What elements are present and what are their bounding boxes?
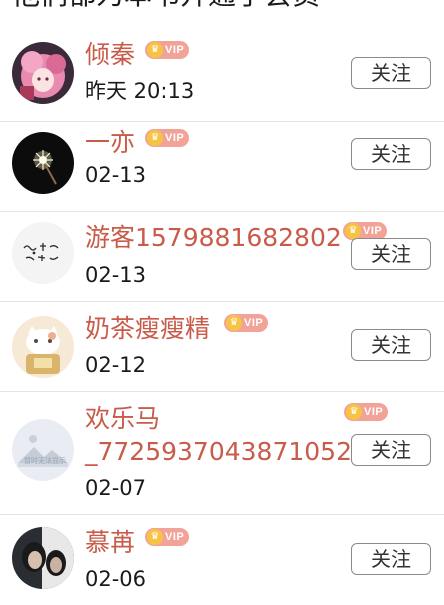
crown-icon: ♛ xyxy=(345,223,361,239)
header: 他们都为本书开通了会员 xyxy=(0,0,444,30)
handwriting-avatar[interactable] xyxy=(12,222,74,284)
vip-badge: ♛ VIP xyxy=(145,41,190,59)
crown-icon: ♛ xyxy=(147,529,163,545)
member-date: 昨天 20:13 xyxy=(85,79,195,103)
member-date: 02-06 xyxy=(85,567,147,591)
member-name[interactable]: 奶茶瘦瘦精 xyxy=(85,314,210,344)
follow-button[interactable]: 关注 xyxy=(351,57,431,89)
list-item[interactable]: 倾秦 ♛ VIP 昨天 20:13 关注 xyxy=(0,30,444,122)
member-date: 02-12 xyxy=(85,353,147,377)
sparkler-avatar[interactable] xyxy=(12,132,74,194)
follow-button[interactable]: 关注 xyxy=(351,138,431,170)
member-name[interactable]: 游客1579881682802 xyxy=(85,223,342,253)
follow-button[interactable]: 关注 xyxy=(351,543,431,575)
member-list: 倾秦 ♛ VIP 昨天 20:13 关注 一亦 ♛ VIP 02-13 关注 游… xyxy=(0,30,444,605)
avatar-caption: 暂时无法显示 xyxy=(24,457,66,465)
list-item[interactable]: 游客1579881682802 ♛ VIP 02-13 关注 xyxy=(0,212,444,302)
list-item[interactable]: 奶茶瘦瘦精 ♛ VIP 02-12 关注 xyxy=(0,302,444,392)
vip-badge: ♛ VIP xyxy=(145,528,190,546)
follow-button[interactable]: 关注 xyxy=(351,329,431,361)
list-item[interactable]: 一亦 ♛ VIP 02-13 关注 xyxy=(0,122,444,212)
cat-cartoon-avatar[interactable] xyxy=(12,316,74,378)
crown-icon: ♛ xyxy=(346,404,362,420)
member-date: 02-13 xyxy=(85,163,147,187)
list-item[interactable]: 暂时无法显示 欢乐马 _7725937043871052 ♛ VIP 02-07… xyxy=(0,392,444,515)
member-name-line-1[interactable]: 欢乐马 xyxy=(85,404,160,434)
member-name-line-2[interactable]: _7725937043871052 xyxy=(85,437,352,467)
member-name[interactable]: 倾秦 xyxy=(85,40,135,70)
member-name[interactable]: 慕苒 xyxy=(85,528,135,558)
vip-badge: ♛ VIP xyxy=(145,129,190,147)
crown-icon: ♛ xyxy=(226,315,242,331)
vip-badge: ♛ VIP xyxy=(224,314,269,332)
crown-icon: ♛ xyxy=(147,42,163,58)
page-title: 他们都为本书开通了会员 xyxy=(12,0,320,12)
crown-icon: ♛ xyxy=(147,130,163,146)
follow-button[interactable]: 关注 xyxy=(351,434,431,466)
list-item[interactable]: 慕苒 ♛ VIP 02-06 关注 xyxy=(0,515,444,605)
member-date: 02-07 xyxy=(85,476,147,500)
vip-badge: ♛ VIP xyxy=(344,403,389,421)
member-name[interactable]: 一亦 xyxy=(85,128,135,158)
member-date: 02-13 xyxy=(85,263,147,287)
follow-button[interactable]: 关注 xyxy=(351,238,431,270)
default-mountain-avatar[interactable] xyxy=(12,419,74,481)
portrait-photo-avatar[interactable] xyxy=(12,527,74,589)
anime-girl-pink-avatar[interactable] xyxy=(12,42,74,104)
